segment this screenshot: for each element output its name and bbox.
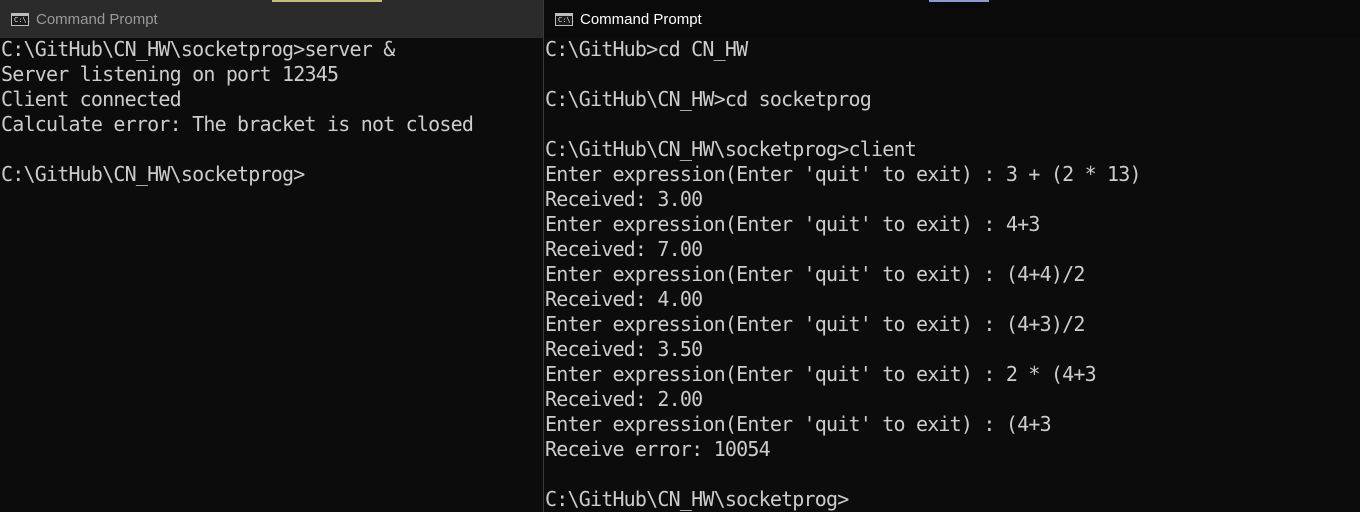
- right-titlebar-accent: [929, 0, 989, 2]
- terminal-line: C:\GitHub\CN_HW\socketprog>server &: [1, 37, 395, 61]
- left-titlebar-accent: [272, 0, 382, 2]
- terminal-line: Received: 7.00: [545, 237, 703, 261]
- left-window-titlebar[interactable]: C:\. Command Prompt: [0, 0, 543, 38]
- terminal-line: C:\GitHub\CN_HW\socketprog>client: [545, 137, 917, 161]
- cmd-icon: C:\.: [11, 12, 31, 26]
- terminal-line: C:\GitHub>cd CN_HW: [545, 37, 748, 61]
- right-window-title: Command Prompt: [580, 10, 702, 28]
- terminal-prompt-line: C:\GitHub\CN_HW\socketprog>: [1, 162, 305, 186]
- terminal-prompt-line: C:\GitHub\CN_HW\socketprog>: [545, 487, 849, 511]
- cmd-icon: C:\.: [555, 12, 575, 26]
- left-terminal-output[interactable]: C:\GitHub\CN_HW\socketprog>server & Serve…: [1, 37, 543, 187]
- terminal-line: Server listening on port 12345: [1, 62, 339, 86]
- terminal-line: Enter expression(Enter 'quit' to exit) :…: [545, 312, 1085, 336]
- terminal-line: C:\GitHub\CN_HW>cd socketprog: [545, 87, 872, 111]
- terminal-line: Enter expression(Enter 'quit' to exit) :…: [545, 262, 1085, 286]
- left-command-prompt-window[interactable]: C:\. Command Prompt C:\GitHub\CN_HW\sock…: [0, 0, 543, 512]
- cmd-icon-text: C:\.: [558, 15, 575, 24]
- right-terminal-output[interactable]: C:\GitHub>cd CN_HW C:\GitHub\CN_HW>cd soc…: [545, 37, 1360, 512]
- terminal-line: Calculate error: The bracket is not clos…: [1, 112, 474, 136]
- right-window-titlebar[interactable]: C:\. Command Prompt: [544, 0, 1360, 38]
- terminal-line: Enter expression(Enter 'quit' to exit) :…: [545, 212, 1040, 236]
- terminal-line: Received: 4.00: [545, 287, 703, 311]
- terminal-line: Enter expression(Enter 'quit' to exit) :…: [545, 362, 1097, 386]
- terminal-line: Received: 3.50: [545, 337, 703, 361]
- terminal-line: Enter expression(Enter 'quit' to exit) :…: [545, 162, 1142, 186]
- terminal-line: Enter expression(Enter 'quit' to exit) :…: [545, 412, 1052, 436]
- terminal-line: Received: 2.00: [545, 387, 703, 411]
- right-command-prompt-window[interactable]: C:\. Command Prompt C:\GitHub>cd CN_HW C:…: [544, 0, 1360, 512]
- terminal-line: Client connected: [1, 87, 182, 111]
- left-window-title: Command Prompt: [36, 10, 158, 28]
- terminal-line: Received: 3.00: [545, 187, 703, 211]
- terminal-line: Receive error: 10054: [545, 437, 771, 461]
- cmd-icon-text: C:\.: [14, 15, 31, 24]
